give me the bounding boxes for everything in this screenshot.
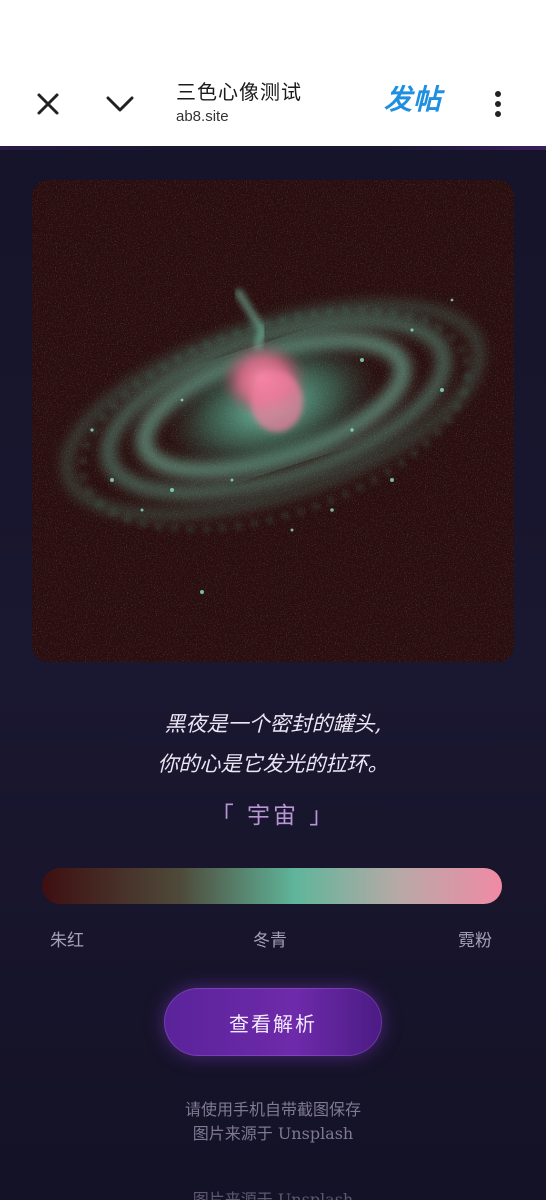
more-vertical-icon xyxy=(495,91,501,117)
result-tag: 「 宇宙 」 xyxy=(210,803,336,829)
color-label-right: 霓粉 xyxy=(458,931,492,951)
galaxy-image xyxy=(32,180,514,662)
chevron-down-icon xyxy=(106,96,134,112)
close-icon xyxy=(37,93,59,115)
color-gradient-bar xyxy=(42,868,502,904)
quote-line-2: 你的心是它发光的拉环。 xyxy=(157,752,389,776)
view-analysis-button[interactable]: 查看解析 xyxy=(164,988,382,1056)
post-button[interactable]: 发帖 xyxy=(384,78,442,118)
more-menu-button[interactable] xyxy=(478,82,518,126)
color-label-left: 朱红 xyxy=(50,931,84,951)
color-label-middle: 冬青 xyxy=(253,931,287,951)
result-page: 黑夜是一个密封的罐头, 你的心是它发光的拉环。 「 宇宙 」 朱红 冬青 霓粉 … xyxy=(0,146,546,1200)
save-hint: 请使用手机自带截图保存 xyxy=(184,1100,361,1119)
quote-line-1: 黑夜是一个密封的罐头, xyxy=(164,712,382,736)
page-title: 三色心像测试 xyxy=(176,80,302,104)
page-domain: ab8.site xyxy=(176,108,229,125)
browser-toolbar: 三色心像测试 ab8.site 发帖 xyxy=(0,0,546,146)
close-button[interactable] xyxy=(26,82,70,126)
collapse-button[interactable] xyxy=(98,82,142,126)
image-credit-scrolled: 图片来源于 Unsplash xyxy=(192,1190,354,1200)
image-credit: 图片来源于 Unsplash xyxy=(192,1124,354,1143)
